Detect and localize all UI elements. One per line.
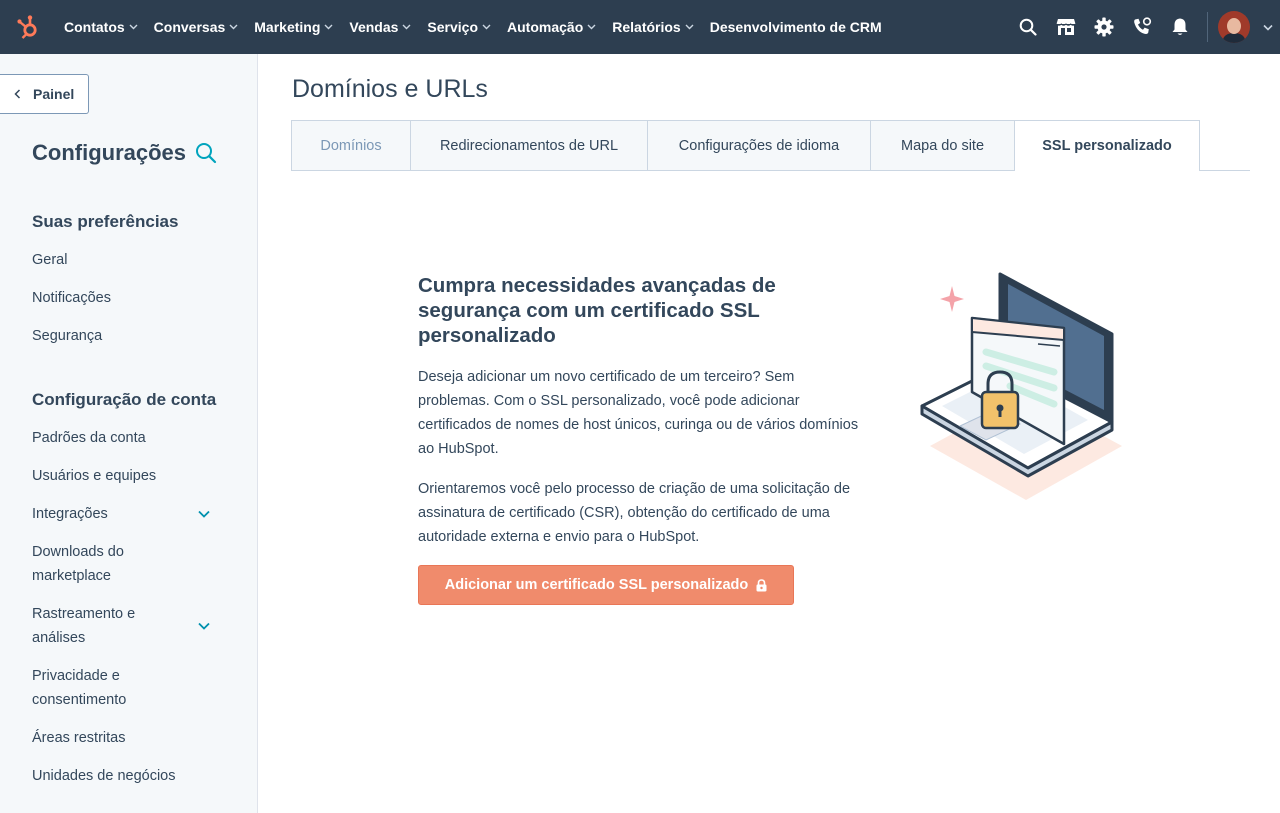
main-menu: Contatos Conversas Marketing Vendas Serviço A… bbox=[56, 0, 890, 54]
sidebar-item-geral[interactable]: Geral bbox=[32, 248, 222, 272]
back-button-label: Painel bbox=[33, 86, 75, 102]
tab-redirecionamentos-de-url[interactable]: Redirecionamentos de URL bbox=[411, 120, 648, 171]
laptop-padlock-illustration bbox=[916, 268, 1128, 508]
nav-utilities bbox=[1009, 0, 1280, 54]
sidebar-title: Configurações bbox=[32, 140, 187, 165]
page-title: Domínios e URLs bbox=[292, 75, 488, 103]
sidebar-item-label: Áreas restritas bbox=[32, 730, 126, 746]
sidebar-item-downloads-do-marketplace[interactable]: Downloads do marketplace bbox=[32, 540, 152, 588]
sidebar-item-label: Segurança bbox=[32, 328, 103, 344]
nav-menu-item-desenvolvimento-de-crm[interactable]: Desenvolvimento de CRM bbox=[702, 0, 890, 54]
nav-menu-item-contatos[interactable]: Contatos bbox=[56, 0, 146, 54]
sidebar-item-seguranca[interactable]: Segurança bbox=[32, 324, 222, 348]
sidebar-item-label: Downloads do marketplace bbox=[32, 544, 124, 584]
add-custom-ssl-button[interactable]: Adicionar um certificado SSL personaliza… bbox=[418, 565, 794, 605]
sidebar-item-label: Privacidade e consentimento bbox=[32, 668, 127, 708]
marketplace-icon[interactable] bbox=[1047, 0, 1085, 54]
sidebar-item-rastreamento-e-analises[interactable]: Rastreamento e análises bbox=[32, 602, 222, 650]
nav-menu-label: Relatórios bbox=[612, 19, 681, 35]
nav-menu-label: Serviço bbox=[427, 19, 479, 35]
sidebar-item-integracoes[interactable]: Integrações bbox=[32, 502, 222, 526]
calling-icon[interactable] bbox=[1123, 0, 1161, 54]
chevron-down-icon bbox=[229, 24, 238, 30]
expand-chevron-down-icon[interactable] bbox=[196, 502, 212, 526]
nav-menu-label: Marketing bbox=[254, 19, 321, 35]
nav-menu-label: Desenvolvimento de CRM bbox=[709, 19, 882, 35]
chevron-down-icon bbox=[587, 24, 596, 30]
nav-menu-item-vendas[interactable]: Vendas bbox=[341, 0, 419, 54]
chevron-down-icon bbox=[402, 24, 411, 30]
expand-chevron-down-icon[interactable] bbox=[196, 614, 212, 638]
ssl-process-paragraph: Orientaremos você pelo processo de criaç… bbox=[418, 481, 851, 545]
nav-menu-item-automa-o[interactable]: Automação bbox=[499, 0, 604, 54]
nav-menu-label: Vendas bbox=[349, 19, 399, 35]
section-heading-account-setup: Configuração de conta bbox=[32, 390, 217, 409]
sidebar-item-unidades-de-negocios[interactable]: Unidades de negócios bbox=[32, 764, 222, 788]
settings-gear-icon[interactable] bbox=[1085, 0, 1123, 54]
nav-menu-item-conversas[interactable]: Conversas bbox=[146, 0, 247, 54]
ssl-heading: Cumpra necessidades avançadas de seguran… bbox=[418, 274, 776, 347]
lock-icon bbox=[756, 578, 767, 591]
back-to-dashboard-button[interactable]: Painel bbox=[0, 74, 89, 114]
sidebar-item-usuarios-e-equipes[interactable]: Usuários e equipes bbox=[32, 464, 222, 488]
nav-menu-item-marketing[interactable]: Marketing bbox=[246, 0, 341, 54]
sidebar-item-notificacoes[interactable]: Notificações bbox=[32, 286, 222, 310]
search-settings-icon[interactable] bbox=[194, 141, 218, 165]
nav-menu-label: Conversas bbox=[153, 19, 226, 35]
sidebar-item-privacidade-e-consentimento[interactable]: Privacidade e consentimento bbox=[32, 664, 142, 712]
tab-dominios[interactable]: Domínios bbox=[291, 120, 411, 171]
search-icon[interactable] bbox=[1009, 0, 1047, 54]
nav-menu-label: Automação bbox=[507, 19, 584, 35]
ssl-description-paragraph: Deseja adicionar um novo certificado de … bbox=[418, 369, 859, 457]
tab-bar-baseline bbox=[1199, 170, 1250, 171]
sidebar-item-label: Padrões da conta bbox=[32, 430, 146, 446]
nav-menu-label: Contatos bbox=[64, 19, 125, 35]
sidebar-item-label: Usuários e equipes bbox=[32, 468, 157, 484]
nav-divider bbox=[1207, 12, 1208, 42]
chevron-down-icon bbox=[324, 24, 333, 30]
sidebar-item-label: Notificações bbox=[32, 290, 111, 306]
tab-ssl-personalizado[interactable]: SSL personalizado bbox=[1015, 120, 1200, 171]
add-custom-ssl-button-label: Adicionar um certificado SSL personaliza… bbox=[444, 577, 749, 593]
sidebar-item-label: Integrações bbox=[32, 506, 108, 522]
notifications-bell-icon[interactable] bbox=[1161, 0, 1199, 54]
top-navigation-bar: Contatos Conversas Marketing Vendas Serviço A… bbox=[0, 0, 1280, 54]
sidebar-item-label: Rastreamento e análises bbox=[32, 606, 136, 646]
chevron-down-icon bbox=[482, 24, 491, 30]
nav-menu-item-relat-rios[interactable]: Relatórios bbox=[604, 0, 701, 54]
sidebar-item-areas-restritas[interactable]: Áreas restritas bbox=[32, 726, 222, 750]
nav-menu-item-servi-o[interactable]: Serviço bbox=[419, 0, 499, 54]
tab-bar: Domínios Redirecionamentos de URL Config… bbox=[291, 120, 1200, 171]
sidebar-item-padroes-da-conta[interactable]: Padrões da conta bbox=[32, 426, 222, 450]
account-menu-chevron-down-icon[interactable] bbox=[1256, 24, 1280, 31]
sidebar-item-label: Unidades de negócios bbox=[32, 768, 176, 784]
hubspot-logo-icon[interactable] bbox=[0, 0, 56, 54]
chevron-down-icon bbox=[129, 24, 138, 30]
tab-mapa-do-site[interactable]: Mapa do site bbox=[871, 120, 1015, 171]
section-heading-preferences: Suas preferências bbox=[32, 212, 179, 231]
sidebar-item-label: Geral bbox=[32, 252, 68, 268]
chevron-down-icon bbox=[685, 24, 694, 30]
tab-configuracoes-de-idioma[interactable]: Configurações de idioma bbox=[648, 120, 871, 171]
chevron-left-icon bbox=[14, 89, 21, 99]
user-avatar[interactable] bbox=[1218, 11, 1250, 43]
settings-sidebar: Painel Configurações Suas preferências G… bbox=[0, 54, 258, 813]
